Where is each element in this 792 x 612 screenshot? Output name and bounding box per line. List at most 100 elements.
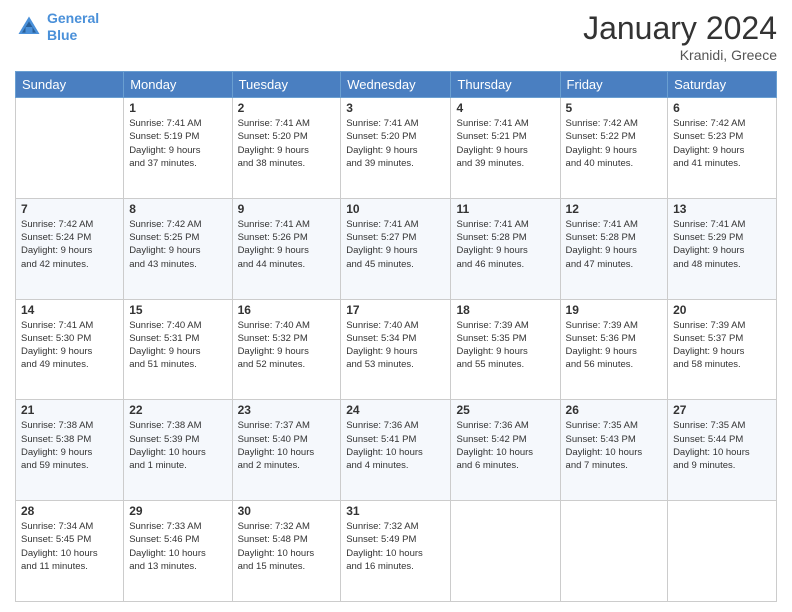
logo-text: General Blue xyxy=(47,10,99,44)
cell-4-7: 27 Sunrise: 7:35 AM Sunset: 5:44 PM Dayli… xyxy=(668,400,777,501)
day-info: Sunrise: 7:39 AM Sunset: 5:35 PM Dayligh… xyxy=(456,319,554,372)
day-info: Sunrise: 7:38 AM Sunset: 5:38 PM Dayligh… xyxy=(21,419,118,472)
day-info: Sunrise: 7:42 AM Sunset: 5:25 PM Dayligh… xyxy=(129,218,226,271)
cell-1-4: 3 Sunrise: 7:41 AM Sunset: 5:20 PM Daylig… xyxy=(341,98,451,199)
day-info: Sunrise: 7:41 AM Sunset: 5:20 PM Dayligh… xyxy=(238,117,336,170)
logo-general: General xyxy=(47,10,99,26)
logo-icon xyxy=(15,13,43,41)
title-block: January 2024 Kranidi, Greece xyxy=(583,10,777,63)
cell-3-4: 17 Sunrise: 7:40 AM Sunset: 5:34 PM Dayli… xyxy=(341,299,451,400)
cell-2-1: 7Sunrise: 7:42 AM Sunset: 5:24 PM Daylig… xyxy=(16,198,124,299)
day-number: 20 xyxy=(673,303,771,317)
day-number: 11 xyxy=(456,202,554,216)
day-number: 16 xyxy=(238,303,336,317)
day-number: 3 xyxy=(346,101,445,115)
cell-1-6: 5Sunrise: 7:42 AM Sunset: 5:22 PM Daylig… xyxy=(560,98,668,199)
cell-5-4: 31Sunrise: 7:32 AM Sunset: 5:49 PM Dayli… xyxy=(341,501,451,602)
col-saturday: Saturday xyxy=(668,72,777,98)
day-number: 27 xyxy=(673,403,771,417)
cell-1-1 xyxy=(16,98,124,199)
day-info: Sunrise: 7:35 AM Sunset: 5:44 PM Dayligh… xyxy=(673,419,771,472)
day-info: Sunrise: 7:41 AM Sunset: 5:29 PM Dayligh… xyxy=(673,218,771,271)
cell-4-4: 24 Sunrise: 7:36 AM Sunset: 5:41 PM Dayli… xyxy=(341,400,451,501)
col-friday: Friday xyxy=(560,72,668,98)
cell-5-5 xyxy=(451,501,560,602)
day-info: Sunrise: 7:41 AM Sunset: 5:20 PM Dayligh… xyxy=(346,117,445,170)
day-info: Sunrise: 7:37 AM Sunset: 5:40 PM Dayligh… xyxy=(238,419,336,472)
day-info: Sunrise: 7:36 AM Sunset: 5:42 PM Dayligh… xyxy=(456,419,554,472)
cell-4-2: 22Sunrise: 7:38 AM Sunset: 5:39 PM Dayli… xyxy=(124,400,232,501)
day-number: 25 xyxy=(456,403,554,417)
day-info: Sunrise: 7:32 AM Sunset: 5:49 PM Dayligh… xyxy=(346,520,445,573)
day-info: Sunrise: 7:41 AM Sunset: 5:26 PM Dayligh… xyxy=(238,218,336,271)
day-number: 13 xyxy=(673,202,771,216)
calendar-body: 1 Sunrise: 7:41 AM Sunset: 5:19 PM Daylig… xyxy=(16,98,777,602)
day-number: 14 xyxy=(21,303,118,317)
cell-2-7: 13 Sunrise: 7:41 AM Sunset: 5:29 PM Dayli… xyxy=(668,198,777,299)
day-info: Sunrise: 7:41 AM Sunset: 5:28 PM Dayligh… xyxy=(566,218,663,271)
cell-2-2: 8Sunrise: 7:42 AM Sunset: 5:25 PM Daylig… xyxy=(124,198,232,299)
day-info: Sunrise: 7:41 AM Sunset: 5:27 PM Dayligh… xyxy=(346,218,445,271)
day-info: Sunrise: 7:35 AM Sunset: 5:43 PM Dayligh… xyxy=(566,419,663,472)
cell-1-5: 4Sunrise: 7:41 AM Sunset: 5:21 PM Daylig… xyxy=(451,98,560,199)
cell-5-1: 28 Sunrise: 7:34 AM Sunset: 5:45 PM Dayli… xyxy=(16,501,124,602)
location: Kranidi, Greece xyxy=(583,47,777,63)
cell-4-1: 21Sunrise: 7:38 AM Sunset: 5:38 PM Dayli… xyxy=(16,400,124,501)
cell-2-4: 10 Sunrise: 7:41 AM Sunset: 5:27 PM Dayli… xyxy=(341,198,451,299)
month-title: January 2024 xyxy=(583,10,777,47)
week-row-4: 21Sunrise: 7:38 AM Sunset: 5:38 PM Dayli… xyxy=(16,400,777,501)
cell-3-7: 20 Sunrise: 7:39 AM Sunset: 5:37 PM Dayli… xyxy=(668,299,777,400)
day-number: 1 xyxy=(129,101,226,115)
header: General Blue January 2024 Kranidi, Greec… xyxy=(15,10,777,63)
day-number: 19 xyxy=(566,303,663,317)
day-info: Sunrise: 7:36 AM Sunset: 5:41 PM Dayligh… xyxy=(346,419,445,472)
day-info: Sunrise: 7:40 AM Sunset: 5:32 PM Dayligh… xyxy=(238,319,336,372)
day-number: 12 xyxy=(566,202,663,216)
cell-1-7: 6 Sunrise: 7:42 AM Sunset: 5:23 PM Daylig… xyxy=(668,98,777,199)
day-number: 30 xyxy=(238,504,336,518)
cell-4-3: 23 Sunrise: 7:37 AM Sunset: 5:40 PM Dayli… xyxy=(232,400,341,501)
day-info: Sunrise: 7:34 AM Sunset: 5:45 PM Dayligh… xyxy=(21,520,118,573)
cell-4-5: 25 Sunrise: 7:36 AM Sunset: 5:42 PM Dayli… xyxy=(451,400,560,501)
day-number: 10 xyxy=(346,202,445,216)
day-info: Sunrise: 7:32 AM Sunset: 5:48 PM Dayligh… xyxy=(238,520,336,573)
cell-4-6: 26Sunrise: 7:35 AM Sunset: 5:43 PM Dayli… xyxy=(560,400,668,501)
col-wednesday: Wednesday xyxy=(341,72,451,98)
cell-1-3: 2 Sunrise: 7:41 AM Sunset: 5:20 PM Daylig… xyxy=(232,98,341,199)
week-row-2: 7Sunrise: 7:42 AM Sunset: 5:24 PM Daylig… xyxy=(16,198,777,299)
day-info: Sunrise: 7:41 AM Sunset: 5:19 PM Dayligh… xyxy=(129,117,226,170)
cell-3-1: 14Sunrise: 7:41 AM Sunset: 5:30 PM Dayli… xyxy=(16,299,124,400)
day-number: 23 xyxy=(238,403,336,417)
cell-2-6: 12 Sunrise: 7:41 AM Sunset: 5:28 PM Dayli… xyxy=(560,198,668,299)
day-number: 4 xyxy=(456,101,554,115)
day-number: 28 xyxy=(21,504,118,518)
calendar-table: Sunday Monday Tuesday Wednesday Thursday… xyxy=(15,71,777,602)
cell-3-2: 15Sunrise: 7:40 AM Sunset: 5:31 PM Dayli… xyxy=(124,299,232,400)
cell-3-5: 18 Sunrise: 7:39 AM Sunset: 5:35 PM Dayli… xyxy=(451,299,560,400)
day-info: Sunrise: 7:42 AM Sunset: 5:22 PM Dayligh… xyxy=(566,117,663,170)
day-info: Sunrise: 7:42 AM Sunset: 5:23 PM Dayligh… xyxy=(673,117,771,170)
day-number: 2 xyxy=(238,101,336,115)
cell-5-6 xyxy=(560,501,668,602)
day-number: 15 xyxy=(129,303,226,317)
cell-1-2: 1 Sunrise: 7:41 AM Sunset: 5:19 PM Daylig… xyxy=(124,98,232,199)
day-number: 17 xyxy=(346,303,445,317)
day-info: Sunrise: 7:39 AM Sunset: 5:37 PM Dayligh… xyxy=(673,319,771,372)
week-row-1: 1 Sunrise: 7:41 AM Sunset: 5:19 PM Daylig… xyxy=(16,98,777,199)
col-sunday: Sunday xyxy=(16,72,124,98)
col-thursday: Thursday xyxy=(451,72,560,98)
header-row: Sunday Monday Tuesday Wednesday Thursday… xyxy=(16,72,777,98)
day-number: 22 xyxy=(129,403,226,417)
day-info: Sunrise: 7:40 AM Sunset: 5:34 PM Dayligh… xyxy=(346,319,445,372)
day-number: 6 xyxy=(673,101,771,115)
col-monday: Monday xyxy=(124,72,232,98)
cell-5-2: 29Sunrise: 7:33 AM Sunset: 5:46 PM Dayli… xyxy=(124,501,232,602)
day-number: 24 xyxy=(346,403,445,417)
cell-2-5: 11Sunrise: 7:41 AM Sunset: 5:28 PM Dayli… xyxy=(451,198,560,299)
day-info: Sunrise: 7:39 AM Sunset: 5:36 PM Dayligh… xyxy=(566,319,663,372)
day-number: 18 xyxy=(456,303,554,317)
cell-3-3: 16 Sunrise: 7:40 AM Sunset: 5:32 PM Dayli… xyxy=(232,299,341,400)
week-row-3: 14Sunrise: 7:41 AM Sunset: 5:30 PM Dayli… xyxy=(16,299,777,400)
day-info: Sunrise: 7:33 AM Sunset: 5:46 PM Dayligh… xyxy=(129,520,226,573)
day-info: Sunrise: 7:42 AM Sunset: 5:24 PM Dayligh… xyxy=(21,218,118,271)
